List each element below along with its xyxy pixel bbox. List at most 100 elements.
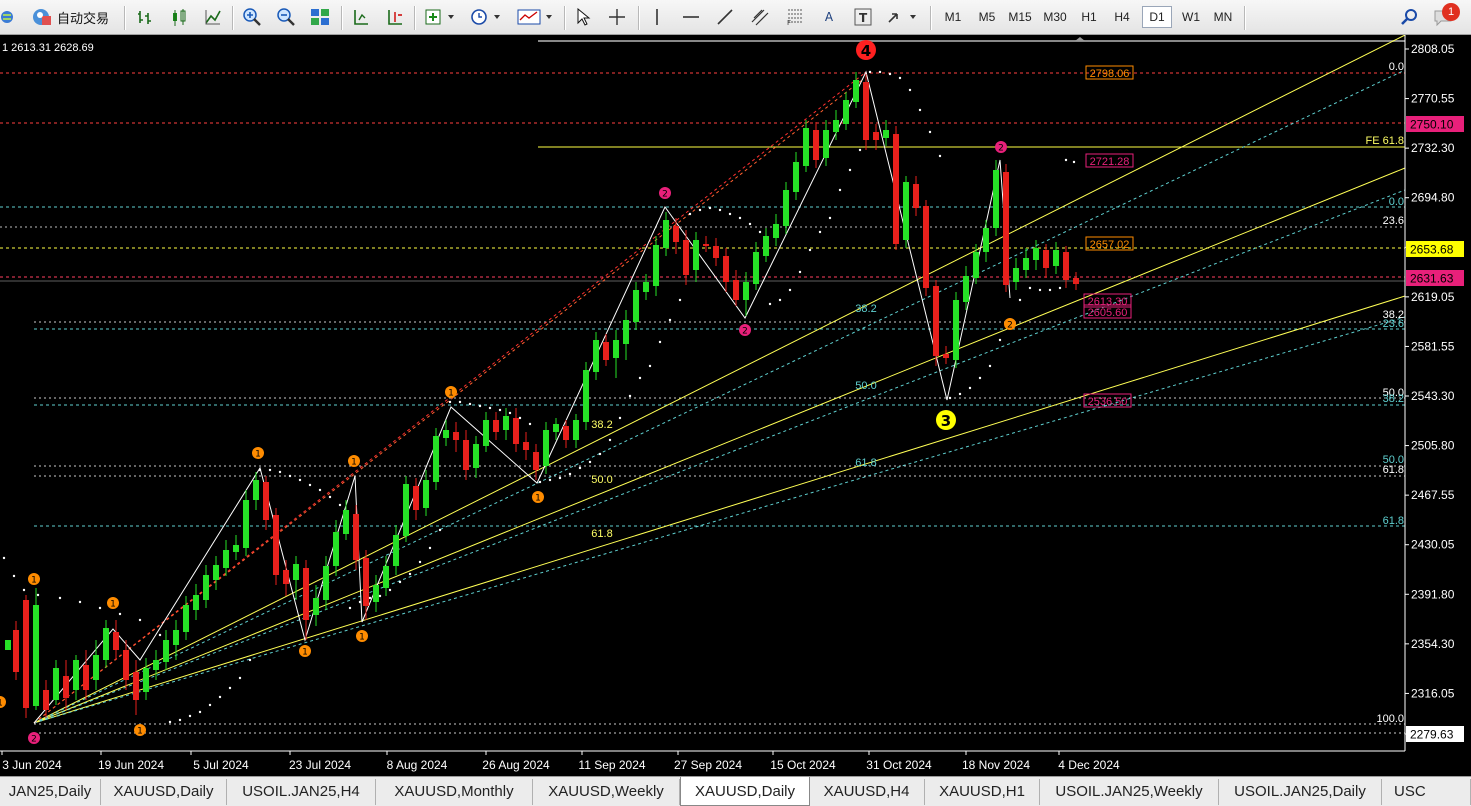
candle-body <box>1043 250 1049 268</box>
time-label: 27 Sep 2024 <box>674 758 742 772</box>
wave-marker-label: 1 <box>31 576 37 586</box>
sar-dot <box>888 72 892 76</box>
sar-dot <box>158 633 162 637</box>
tf-mn[interactable]: MN <box>1208 6 1238 28</box>
notifications-button[interactable]: 1 <box>1432 3 1462 29</box>
tf-m30[interactable]: M30 <box>1040 6 1070 28</box>
sar-dot <box>578 466 582 470</box>
tab-xauusd-daily[interactable]: XAUUSD,Daily <box>101 779 227 805</box>
candle-body <box>503 416 509 430</box>
tf-h4[interactable]: H4 <box>1107 6 1137 28</box>
tf-m15[interactable]: M15 <box>1005 6 1035 28</box>
tab-xauusd-weekly[interactable]: XAUUSD,Weekly <box>533 779 680 805</box>
sar-dot <box>288 474 292 478</box>
templates-dropdown[interactable] <box>514 6 556 28</box>
price-label-text: 2721.28 <box>1090 156 1130 168</box>
candlestick-icon[interactable] <box>168 6 190 28</box>
candle-body <box>943 354 949 358</box>
fib-mid-label: 50.0 <box>855 380 876 392</box>
candle-body <box>63 676 69 698</box>
wave-marker-label: 1 <box>535 494 541 504</box>
channel-icon[interactable] <box>748 6 772 28</box>
svg-text:T: T <box>859 11 868 25</box>
candle-body <box>583 370 589 422</box>
tab-xauusd-h1[interactable]: XAUUSD,H1 <box>925 779 1040 805</box>
arrows-dropdown[interactable] <box>884 6 920 28</box>
sar-dot <box>538 480 542 484</box>
price-tick-label: 2619.05 <box>1411 290 1455 304</box>
candle-body <box>743 282 749 300</box>
tab-usoil-weekly[interactable]: USOIL.JAN25,Weekly <box>1040 779 1219 805</box>
candle-body <box>993 170 999 228</box>
vertical-line-icon[interactable] <box>646 6 668 28</box>
fib-mid-label: 38.2 <box>855 303 876 315</box>
price-chart[interactable]: 1 1 1 1 1 1 1 1 1 1 2 2 2 2 2 4 3 0.0 0.0 23.6 38.2 23.6 50.0 3… <box>0 35 1471 776</box>
candle-body <box>223 550 229 568</box>
candle-body <box>643 282 649 292</box>
candle-body <box>613 340 619 358</box>
crosshair-icon[interactable] <box>606 6 628 28</box>
candle-body <box>283 570 289 584</box>
text-tool-icon[interactable]: A <box>818 6 840 28</box>
search-icon[interactable] <box>1398 6 1420 28</box>
sar-dot <box>898 76 902 80</box>
candle-body <box>33 605 39 706</box>
fib-mid-label: 61.8 <box>855 457 876 469</box>
tf-d1[interactable]: D1 <box>1142 6 1172 28</box>
sar-dot <box>198 710 202 714</box>
tab-xauusd-monthly[interactable]: XAUUSD,Monthly <box>376 779 533 805</box>
price-tick-label: 2505.80 <box>1411 439 1455 453</box>
candle-body <box>723 256 729 282</box>
candle-body <box>883 130 889 138</box>
tab-usc-truncated[interactable]: USC <box>1382 779 1471 805</box>
candle-body <box>333 532 339 566</box>
candle-body <box>233 545 239 552</box>
bar-chart-icon[interactable] <box>134 6 156 28</box>
tab-usoil-daily[interactable]: USOIL.JAN25,Daily <box>1219 779 1382 805</box>
candle-body <box>653 245 659 286</box>
candle-body <box>693 240 699 270</box>
zoom-out-icon[interactable] <box>274 6 298 28</box>
zoom-in-icon[interactable] <box>240 6 264 28</box>
wave-4-label: 4 <box>861 42 871 60</box>
sar-dot <box>708 206 712 210</box>
candle-body <box>383 566 389 588</box>
sar-dot <box>168 720 172 724</box>
cursor-icon[interactable] <box>572 6 594 28</box>
ohlc-info: 1 2613.31 2628.69 <box>2 42 94 54</box>
indicators-dropdown[interactable] <box>422 6 458 28</box>
candle-body <box>623 320 629 344</box>
candle-body <box>713 246 719 258</box>
sar-dot <box>618 416 622 420</box>
tab-usoil-h4[interactable]: USOIL.JAN25,H4 <box>227 779 376 805</box>
tab-xauusd-daily-active[interactable]: XAUUSD,Daily <box>680 777 810 806</box>
sar-dot <box>908 88 912 92</box>
candle-body <box>763 236 769 256</box>
tf-m5[interactable]: M5 <box>972 6 1002 28</box>
horizontal-line-icon[interactable] <box>680 6 702 28</box>
autoscroll-icon[interactable] <box>350 6 372 28</box>
trendline-icon[interactable] <box>714 6 736 28</box>
sar-dot <box>1018 298 1022 302</box>
wave-marker-label: 1 <box>302 648 308 658</box>
sar-dot <box>1058 286 1062 290</box>
sar-dot <box>438 528 442 532</box>
tile-windows-icon[interactable] <box>308 6 332 28</box>
chart-shift-icon[interactable] <box>384 6 406 28</box>
time-label: 11 Sep 2024 <box>578 758 645 772</box>
tf-w1[interactable]: W1 <box>1176 6 1206 28</box>
autotrade-button[interactable]: 自动交易 <box>24 6 116 28</box>
sar-dot <box>938 154 942 158</box>
time-label: 3 Jun 2024 <box>2 758 62 772</box>
tab-jan25-daily[interactable]: JAN25,Daily <box>0 779 101 805</box>
text-label-icon[interactable]: T <box>852 6 874 28</box>
sar-dot <box>848 168 852 172</box>
line-chart-icon[interactable] <box>202 6 224 28</box>
periods-dropdown[interactable] <box>468 6 504 28</box>
tf-m1[interactable]: M1 <box>938 6 968 28</box>
fibonacci-icon[interactable]: F <box>784 6 806 28</box>
tf-h1[interactable]: H1 <box>1074 6 1104 28</box>
globe-icon[interactable] <box>0 6 16 28</box>
tab-xauusd-h4[interactable]: XAUUSD,H4 <box>809 779 925 805</box>
candle-body <box>173 630 179 645</box>
